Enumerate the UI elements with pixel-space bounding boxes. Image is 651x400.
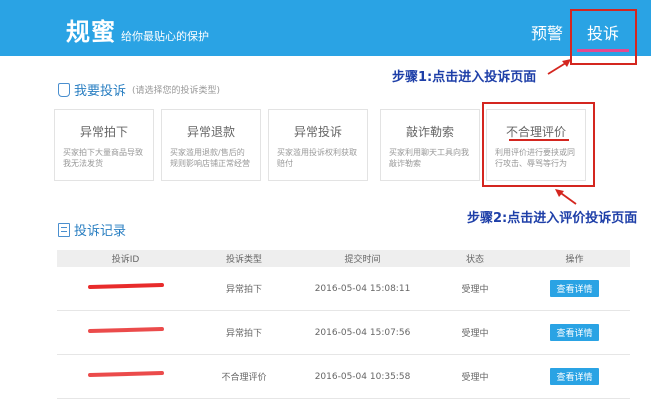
column-header: 投诉ID bbox=[111, 255, 140, 265]
brand-slogan: 给你最贴心的保护 bbox=[121, 30, 209, 43]
complaint-type-cell: 不合理评价 bbox=[221, 373, 267, 383]
card-extortion[interactable]: 敲诈勒索 买家利用聊天工具向我敲诈勒索 bbox=[380, 109, 480, 181]
card-title: 异常投诉 bbox=[293, 125, 342, 139]
complain-section-title: 我要投诉 (请选择您的投诉类型) bbox=[58, 80, 220, 99]
submit-time-cell: 2016-05-04 10:35:58 bbox=[314, 371, 411, 382]
arrow-icon-step1 bbox=[547, 59, 571, 75]
redaction-mark bbox=[87, 370, 164, 377]
complain-hint: (请选择您的投诉类型) bbox=[132, 86, 221, 96]
column-header: 操作 bbox=[565, 255, 584, 265]
complaint-type-cell: 异常拍下 bbox=[225, 285, 262, 295]
card-desc: 买家利用聊天工具向我敲诈勒索 bbox=[389, 148, 469, 168]
arrow-icon-step2 bbox=[555, 189, 577, 205]
table-header: 投诉ID 投诉类型 提交时间 状态 操作 bbox=[57, 250, 630, 267]
card-desc: 买家滥用退款/售后的规则影响店铺正常经营 bbox=[170, 148, 250, 168]
complain-title-text: 我要投诉 bbox=[74, 84, 127, 99]
records-section-title: 投诉记录 bbox=[58, 220, 126, 239]
card-title: 敲诈勒索 bbox=[405, 125, 454, 139]
redaction-mark bbox=[87, 326, 164, 333]
view-details-button[interactable]: 查看详情 bbox=[550, 324, 599, 341]
brand-logo[interactable]: 规蜜 bbox=[66, 12, 116, 47]
top-header: 规蜜 给你最贴心的保护 预警 投诉 bbox=[0, 0, 651, 56]
status-cell: 受理中 bbox=[461, 329, 489, 339]
complaint-id-cell bbox=[57, 326, 194, 338]
complaint-id-cell bbox=[57, 282, 194, 294]
nav-warning[interactable]: 预警 bbox=[531, 20, 563, 44]
records-table: 投诉ID 投诉类型 提交时间 状态 操作 异常拍下 2016-05-04 15:… bbox=[57, 250, 630, 399]
table-row: 异常拍下 2016-05-04 15:08:11 受理中 查看详情 bbox=[57, 267, 630, 311]
records-title-text: 投诉记录 bbox=[74, 224, 127, 239]
status-cell: 受理中 bbox=[461, 373, 489, 383]
card-desc: 买家拍下大量商品导致我无法发货 bbox=[63, 148, 143, 168]
column-header: 投诉类型 bbox=[225, 255, 262, 265]
operation-cell: 查看详情 bbox=[519, 280, 630, 297]
card-abnormal-complaint[interactable]: 异常投诉 买家滥用投诉权利获取赔付 bbox=[268, 109, 368, 181]
column-header: 提交时间 bbox=[344, 255, 381, 265]
highlight-box-nav bbox=[570, 9, 637, 65]
complaint-id-cell bbox=[57, 370, 194, 382]
view-details-button[interactable]: 查看详情 bbox=[550, 280, 599, 297]
hand-icon bbox=[58, 82, 70, 97]
complaint-type-cell: 异常拍下 bbox=[225, 329, 262, 339]
submit-time-cell: 2016-05-04 15:08:11 bbox=[314, 283, 411, 294]
card-abnormal-refund[interactable]: 异常退款 买家滥用退款/售后的规则影响店铺正常经营 bbox=[161, 109, 261, 181]
document-icon bbox=[58, 222, 70, 237]
submit-time-cell: 2016-05-04 15:07:56 bbox=[314, 327, 411, 338]
card-desc: 买家滥用投诉权利获取赔付 bbox=[277, 148, 357, 168]
redaction-mark bbox=[87, 282, 164, 289]
highlight-box-card bbox=[482, 102, 595, 187]
column-header: 状态 bbox=[465, 255, 484, 265]
card-abnormal-order[interactable]: 异常拍下 买家拍下大量商品导致我无法发货 bbox=[54, 109, 154, 181]
operation-cell: 查看详情 bbox=[519, 324, 630, 341]
table-row: 异常拍下 2016-05-04 15:07:56 受理中 查看详情 bbox=[57, 311, 630, 355]
annotation-step2: 步骤2:点击进入评价投诉页面 bbox=[467, 211, 638, 226]
annotation-step1: 步骤1:点击进入投诉页面 bbox=[392, 70, 537, 85]
status-cell: 受理中 bbox=[461, 285, 489, 295]
card-title: 异常拍下 bbox=[79, 125, 128, 139]
operation-cell: 查看详情 bbox=[519, 368, 630, 385]
card-title: 异常退款 bbox=[186, 125, 235, 139]
table-row: 不合理评价 2016-05-04 10:35:58 受理中 查看详情 bbox=[57, 355, 630, 399]
view-details-button[interactable]: 查看详情 bbox=[550, 368, 599, 385]
